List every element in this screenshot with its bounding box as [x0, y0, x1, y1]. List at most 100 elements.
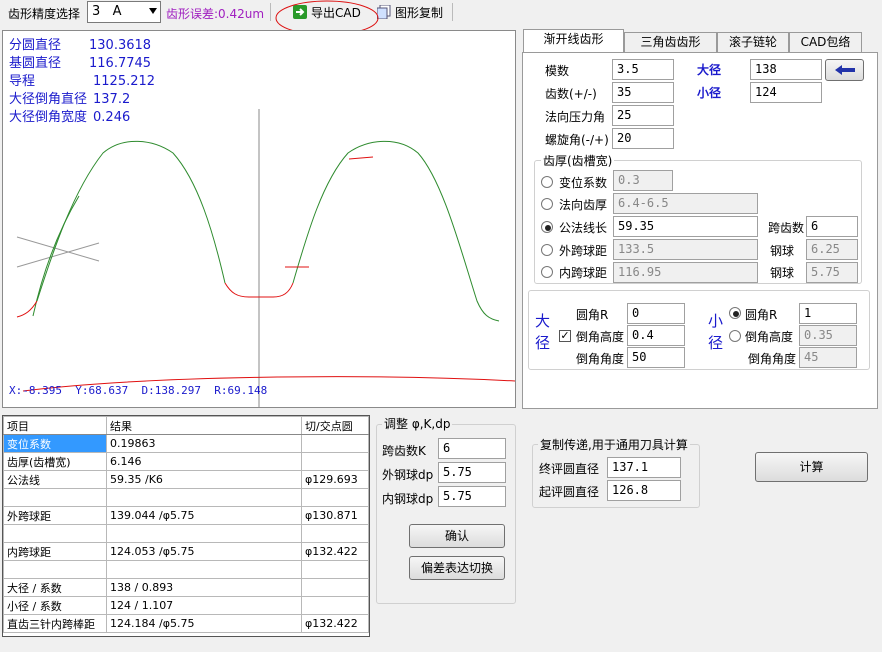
minor-dia-label: 小径: [697, 86, 722, 100]
span-length-label: 公法线长: [559, 221, 608, 235]
header-item: 项目: [3, 416, 107, 435]
adjust-inner-input[interactable]: 5.75: [438, 486, 506, 507]
radio-normal-thickness[interactable]: [541, 198, 553, 210]
normal-thickness-input[interactable]: 6.4-6.5: [613, 193, 758, 214]
header-result: 结果: [106, 416, 302, 435]
start-eval-label: 起评圆直径: [539, 485, 600, 499]
calculate-button[interactable]: 计算: [755, 452, 868, 482]
precision-label: 齿形精度选择: [8, 7, 81, 21]
overlay-line-chamfer-width: 大径倒角宽度 0.246: [9, 110, 131, 125]
table-row[interactable]: [3, 524, 369, 543]
shift-coef-input[interactable]: 0.3: [613, 170, 673, 191]
major-chamfer-h-input[interactable]: 0.4: [627, 325, 685, 346]
profile-error-text: 齿形误差:0.42um: [166, 7, 265, 21]
module-input[interactable]: 3.5: [612, 59, 674, 80]
radio-minor-chamfer[interactable]: [729, 330, 741, 342]
overlay-line-pitch: 分圆直径 130.3618: [9, 38, 152, 53]
table-row[interactable]: 齿厚(齿槽宽) 6.146: [3, 452, 369, 471]
helix-angle-input[interactable]: 20: [612, 128, 674, 149]
table-row[interactable]: 外跨球距 139.044 /φ5.75 φ130.871: [3, 506, 369, 525]
table-row[interactable]: 小径 / 系数 124 / 1.107: [3, 596, 369, 615]
minor-chamfer-a-input[interactable]: 45: [799, 347, 857, 368]
arrow-left-icon: [834, 65, 855, 75]
minor-fillet-label: 圆角R: [745, 308, 778, 322]
adjust-outer-input[interactable]: 5.75: [438, 462, 506, 483]
module-label: 模数: [545, 64, 570, 78]
inner-ball-input[interactable]: 116.95: [613, 262, 758, 283]
copy-graph-label: 图形复制: [395, 5, 444, 20]
ball-size-input-2[interactable]: 5.75: [806, 262, 858, 283]
copy-graph-button[interactable]: 图形复制: [372, 1, 448, 23]
teeth-label: 齿数(+/-): [545, 87, 597, 101]
overlay-line-base: 基圆直径 116.7745: [9, 56, 152, 71]
span-length-input[interactable]: 59.35: [613, 216, 758, 237]
major-chamfer-h-label: 倒角高度: [576, 330, 625, 344]
overlay-line-chamfer-dia: 大径倒角直径 137.2: [9, 92, 131, 107]
header-circle: 切/交点圆: [301, 416, 369, 435]
shift-coef-label: 变位系数: [559, 176, 608, 190]
minor-chamfer-h-label: 倒角高度: [745, 330, 794, 344]
tab-triangle[interactable]: 三角齿齿形: [624, 32, 717, 52]
ball-size-label-2: 钢球: [770, 266, 795, 280]
overlay-line-lead: 导程 1125.212: [9, 74, 156, 89]
radio-shift-coef[interactable]: [541, 176, 553, 188]
minor-chamfer-a-label: 倒角角度: [748, 352, 797, 366]
helix-angle-label: 螺旋角(-/+): [545, 133, 609, 147]
adjust-span-label: 跨齿数K: [382, 444, 426, 458]
pressure-angle-input[interactable]: 25: [612, 105, 674, 126]
major-chamfer-checkbox[interactable]: ✓: [559, 330, 571, 342]
major-dia-input[interactable]: 138: [750, 59, 822, 80]
minor-dia-input[interactable]: 124: [750, 82, 822, 103]
minor-fillet-input[interactable]: 1: [799, 303, 857, 324]
results-table: 项目 结果 切/交点圆 变位系数 0.19863 齿厚(齿槽宽) 6.146 公法线…: [3, 416, 369, 633]
results-header-row: 项目 结果 切/交点圆: [3, 416, 369, 435]
table-row[interactable]: 直齿三针内跨棒距 124.184 /φ5.75 φ132.422: [3, 614, 369, 633]
confirm-button[interactable]: 确认: [409, 524, 505, 548]
end-eval-input[interactable]: 137.1: [607, 457, 681, 478]
radio-span-length[interactable]: [541, 221, 553, 233]
normal-thickness-label: 法向齿厚: [559, 198, 608, 212]
table-row[interactable]: [3, 488, 369, 507]
deviation-toggle-button[interactable]: 偏差表达切换: [409, 556, 505, 580]
cursor-coords: X:-8.395 Y:68.637 D:138.297 R:69.148: [9, 384, 268, 397]
tab-cad-envelope[interactable]: CAD包络: [789, 32, 862, 52]
span-count-label: 跨齿数: [768, 221, 805, 235]
outer-ball-label: 外跨球距: [559, 244, 608, 258]
minor-chamfer-h-input[interactable]: 0.35: [799, 325, 857, 346]
adjust-outer-label: 外钢球dp: [382, 468, 434, 482]
radio-outer-ball[interactable]: [541, 244, 553, 256]
major-side-label: 大径: [535, 312, 551, 352]
radio-minor-fillet[interactable]: [729, 307, 741, 319]
adjust-inner-label: 内钢球dp: [382, 492, 434, 506]
adjust-span-input[interactable]: 6: [438, 438, 506, 459]
precision-select-value: 3 A: [92, 4, 122, 19]
ball-size-label-1: 钢球: [770, 244, 795, 258]
ball-size-input-1[interactable]: 6.25: [806, 239, 858, 260]
pressure-angle-label: 法向压力角: [545, 110, 606, 124]
chevron-down-icon: [149, 8, 157, 14]
copy-pass-label: 复制传递,用于通用刀具计算: [538, 436, 690, 453]
precision-select[interactable]: 3 A: [87, 1, 161, 23]
major-fillet-label: 圆角R: [576, 308, 609, 322]
major-chamfer-a-label: 倒角角度: [576, 352, 625, 366]
major-dia-label: 大径: [697, 63, 722, 77]
end-eval-label: 终评圆直径: [539, 462, 600, 476]
major-chamfer-a-input[interactable]: 50: [627, 347, 685, 368]
outer-ball-input[interactable]: 133.5: [613, 239, 758, 260]
tab-involute[interactable]: 渐开线齿形: [523, 29, 624, 52]
swap-button[interactable]: [825, 59, 864, 81]
tab-roller-chain[interactable]: 滚子链轮: [717, 32, 789, 52]
table-row[interactable]: 内跨球距 124.053 /φ5.75 φ132.422: [3, 542, 369, 561]
gear-profile-canvas[interactable]: 分圆直径 130.3618 基圆直径 116.7745 导程 1125.212 大径倒…: [2, 30, 516, 408]
table-row[interactable]: [3, 560, 369, 579]
table-row[interactable]: 公法线 59.35 /K6 φ129.693: [3, 470, 369, 489]
radio-inner-ball[interactable]: [541, 266, 553, 278]
minor-side-label: 小径: [708, 312, 724, 352]
table-row[interactable]: 大径 / 系数 138 / 0.893: [3, 578, 369, 597]
span-count-input[interactable]: 6: [806, 216, 858, 237]
start-eval-input[interactable]: 126.8: [607, 480, 681, 501]
major-fillet-input[interactable]: 0: [627, 303, 685, 324]
teeth-input[interactable]: 35: [612, 82, 674, 103]
inner-ball-label: 内跨球距: [559, 266, 608, 280]
table-row[interactable]: 变位系数 0.19863: [3, 434, 369, 453]
